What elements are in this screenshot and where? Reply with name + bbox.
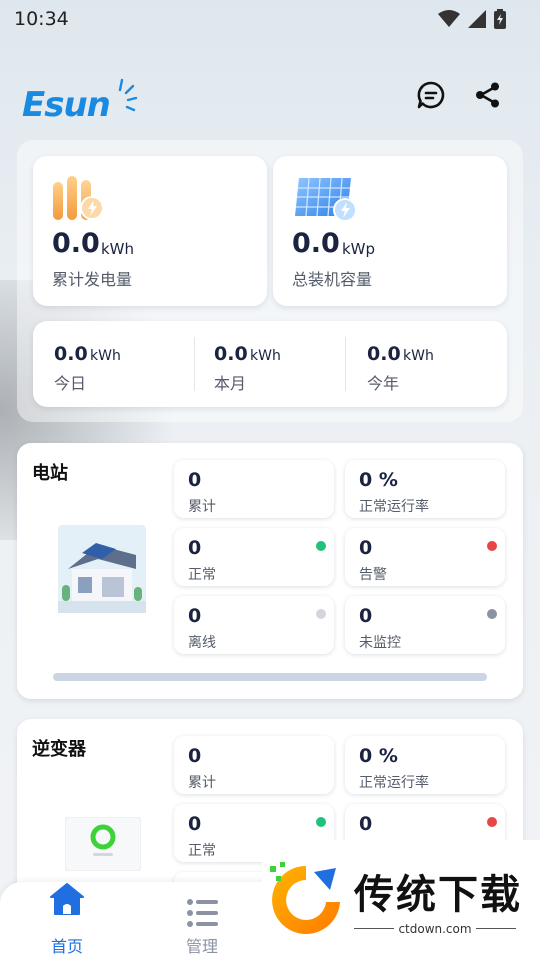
year-value: 0.0 xyxy=(367,343,401,365)
month-label: 本月 xyxy=(214,374,247,393)
installed-capacity-label: 总装机容量 xyxy=(292,270,373,289)
stat-label: 正常 xyxy=(188,843,216,859)
stat-label: 未监控 xyxy=(359,635,401,651)
message-button[interactable] xyxy=(414,78,448,112)
wifi-icon xyxy=(438,10,460,27)
stat-label: 离线 xyxy=(188,635,216,651)
status-dot-unmonitored xyxy=(487,609,497,619)
nav-manage[interactable]: 管理 xyxy=(157,882,247,960)
stat-value: 0 % xyxy=(359,745,398,767)
watermark-url: ctdown.com xyxy=(398,922,472,936)
solar-panel-icon xyxy=(295,177,357,222)
total-generation-card[interactable]: 0.0 kWh 累计发电量 xyxy=(33,156,267,306)
year-label: 今年 xyxy=(367,374,400,393)
year-unit: kWh xyxy=(403,348,434,364)
status-time: 10:34 xyxy=(14,8,69,30)
status-dot-alarm xyxy=(487,541,497,551)
station-title: 电站 xyxy=(32,463,68,484)
status-bar: 10:34 xyxy=(0,0,540,38)
stat-value: 0 xyxy=(188,605,202,627)
status-dot-alarm xyxy=(487,817,497,827)
divider xyxy=(194,337,195,391)
nav-manage-label: 管理 xyxy=(185,937,218,956)
total-generation-label: 累计发电量 xyxy=(52,270,133,289)
stat-label: 正常运行率 xyxy=(359,775,429,791)
signal-icon xyxy=(468,10,486,28)
watermark-overlay: 传统下载 ctdown.com xyxy=(262,840,540,960)
installed-capacity-unit: kWp xyxy=(342,240,376,258)
stat-label: 累计 xyxy=(188,499,216,515)
status-dot-normal xyxy=(316,817,326,827)
stat-label: 正常运行率 xyxy=(359,499,429,515)
stat-value: 0 % xyxy=(359,469,398,491)
station-total-stat[interactable]: 0 累计 xyxy=(174,460,334,518)
station-offline-stat[interactable]: 0 离线 xyxy=(174,596,334,654)
watermark-text: 传统下载 xyxy=(354,872,522,918)
station-section[interactable]: 电站 0 累计 0 % 正常运行率 0 正常 0 告警 0 离线 0 未监控 xyxy=(17,443,523,699)
total-generation-value: 0.0 xyxy=(52,228,100,259)
month-value: 0.0 xyxy=(214,343,248,365)
horizontal-scrollbar[interactable] xyxy=(53,673,487,681)
stat-value: 0 xyxy=(359,537,373,559)
stat-value: 0 xyxy=(188,537,202,559)
month-generation: 0.0 kWh 本月 xyxy=(214,321,354,407)
station-unmonitored-stat[interactable]: 0 未监控 xyxy=(345,596,505,654)
station-normal-rate-stat[interactable]: 0 % 正常运行率 xyxy=(345,460,505,518)
svg-text:Esun: Esun xyxy=(22,85,110,120)
stat-value: 0 xyxy=(188,745,202,767)
stat-label: 累计 xyxy=(188,775,216,791)
installed-capacity-value: 0.0 xyxy=(292,228,340,259)
month-unit: kWh xyxy=(250,348,281,364)
nav-home-label: 首页 xyxy=(50,937,83,956)
stat-label: 告警 xyxy=(359,567,387,583)
installed-capacity-card[interactable]: 0.0 kWp 总装机容量 xyxy=(273,156,507,306)
battery-icon xyxy=(494,9,506,29)
generation-bars-icon xyxy=(53,176,104,220)
app-header: Esun xyxy=(0,70,540,125)
home-icon xyxy=(50,883,84,915)
message-icon xyxy=(417,81,445,109)
station-alarm-stat[interactable]: 0 告警 xyxy=(345,528,505,586)
stat-label: 正常 xyxy=(188,567,216,583)
year-generation: 0.0 kWh 今年 xyxy=(367,321,497,407)
inverter-total-stat[interactable]: 0 累计 xyxy=(174,736,334,794)
status-dot-offline xyxy=(316,609,326,619)
list-icon xyxy=(187,899,218,927)
watermark-line-right xyxy=(476,928,516,929)
period-generation-card[interactable]: 0.0 kWh 今日 0.0 kWh 本月 0.0 kWh 今年 xyxy=(33,321,507,407)
share-icon xyxy=(476,82,499,108)
nav-home[interactable]: 首页 xyxy=(22,882,112,960)
house-icon xyxy=(58,525,146,613)
station-normal-stat[interactable]: 0 正常 xyxy=(174,528,334,586)
status-dot-normal xyxy=(316,541,326,551)
inverter-icon xyxy=(65,817,141,871)
watermark-logo xyxy=(270,862,340,934)
today-value: 0.0 xyxy=(54,343,88,365)
share-button[interactable] xyxy=(471,78,505,112)
today-generation: 0.0 kWh 今日 xyxy=(54,321,194,407)
inverter-normal-rate-stat[interactable]: 0 % 正常运行率 xyxy=(345,736,505,794)
divider xyxy=(345,337,346,391)
stat-value: 0 xyxy=(188,469,202,491)
inverter-title: 逆变器 xyxy=(32,739,86,760)
esun-logo: Esun xyxy=(22,76,138,125)
today-unit: kWh xyxy=(90,348,121,364)
summary-panel: 0.0 kWh 累计发电量 0.0 kWp 总装机容量 0.0 kWh 今日 0… xyxy=(17,140,523,422)
stat-value: 0 xyxy=(188,813,202,835)
total-generation-unit: kWh xyxy=(101,240,135,258)
today-label: 今日 xyxy=(54,374,87,393)
stat-value: 0 xyxy=(359,605,373,627)
stat-value: 0 xyxy=(359,813,373,835)
system-icons xyxy=(438,9,506,29)
